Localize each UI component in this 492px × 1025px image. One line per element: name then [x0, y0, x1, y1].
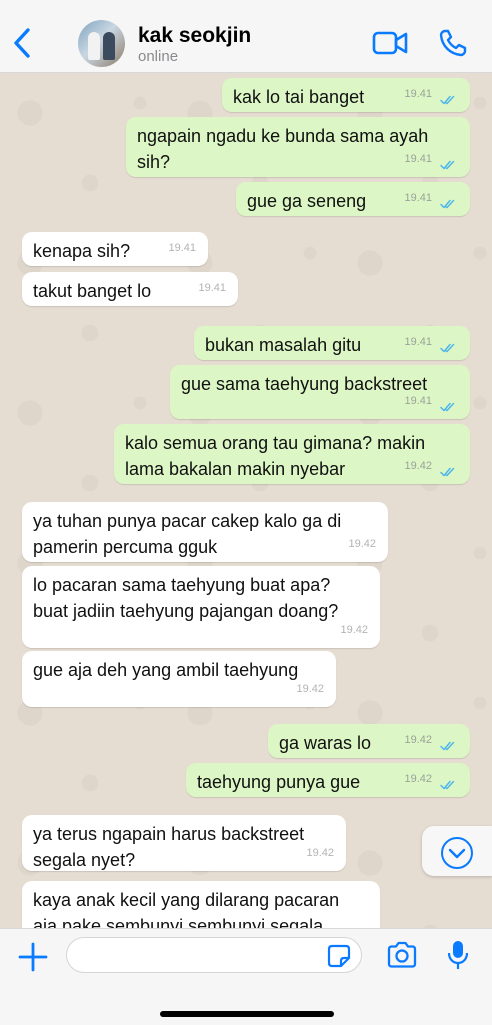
message-list[interactable]: kak lo tai banget 19.41 ngapain ngadu ke b… [0, 73, 492, 928]
message-text: kaya anak kecil yang dilarang pacaran aja… [33, 890, 340, 928]
read-receipt-icon [440, 343, 455, 353]
message-time: 19.42 [306, 847, 334, 859]
message-text: ngapain ngadu ke bunda sama ayah sih? [137, 126, 429, 172]
outgoing-message-bubble[interactable]: ngapain ngadu ke bunda sama ayah sih? 19.4… [126, 117, 470, 177]
message-time: 19.41 [404, 192, 432, 204]
incoming-message-bubble[interactable]: ya tuhan punya pacar cakep kalo ga di pam… [22, 502, 388, 562]
message-time: 19.42 [404, 734, 432, 746]
message-text: bukan masalah gitu [205, 335, 362, 355]
outgoing-message-bubble[interactable]: kalo semua orang tau gimana? makin lama b… [114, 424, 470, 484]
sticker-icon[interactable] [327, 944, 351, 968]
message-input[interactable] [66, 937, 362, 973]
message-text: lo pacaran sama taehyung buat apa? buat j… [33, 575, 339, 621]
message-text: ga waras lo [279, 733, 372, 753]
message-text: kalo semua orang tau gimana? makin lama b… [125, 433, 426, 479]
message-time: 19.42 [340, 624, 368, 636]
read-receipt-icon [440, 160, 455, 170]
message-text: kenapa sih? [33, 241, 131, 261]
message-text: gue ga seneng [247, 191, 367, 211]
message-time: 19.42 [348, 538, 376, 550]
message-time: 19.42 [296, 683, 324, 695]
message-text: gue sama taehyung backstreet [181, 374, 428, 394]
message-text: ya terus ngapain harus backstreet segala … [33, 824, 305, 870]
scroll-to-bottom-button[interactable] [422, 826, 492, 876]
message-text: gue aja deh yang ambil taehyung [33, 660, 299, 680]
incoming-message-bubble[interactable]: lo pacaran sama taehyung buat apa? buat j… [22, 566, 380, 648]
incoming-message-bubble[interactable]: kaya anak kecil yang dilarang pacaran aja… [22, 881, 380, 928]
message-text: ya tuhan punya pacar cakep kalo ga di pam… [33, 511, 342, 557]
phone-icon[interactable] [438, 28, 468, 58]
incoming-message-bubble[interactable]: gue aja deh yang ambil taehyung 19.42 [22, 651, 336, 707]
outgoing-message-bubble[interactable]: gue sama taehyung backstreet 19.41 [170, 365, 470, 419]
message-text: takut banget lo [33, 281, 152, 301]
plus-icon[interactable] [18, 942, 48, 972]
read-receipt-icon [440, 402, 455, 412]
incoming-message-bubble[interactable]: takut banget lo 19.41 [22, 272, 238, 306]
message-time: 19.42 [404, 460, 432, 472]
message-text: kak lo tai banget [233, 87, 365, 107]
message-time: 19.41 [404, 88, 432, 100]
message-time: 19.42 [404, 773, 432, 785]
message-time: 19.41 [198, 282, 226, 294]
read-receipt-icon [440, 467, 455, 477]
avatar[interactable] [78, 20, 125, 67]
read-receipt-icon [440, 741, 455, 751]
outgoing-message-bubble[interactable]: gue ga seneng 19.41 [236, 182, 470, 216]
chevron-down-icon [441, 837, 473, 869]
contact-status: online [138, 48, 179, 65]
message-time: 19.41 [404, 395, 432, 407]
read-receipt-icon [440, 199, 455, 209]
message-time: 19.41 [404, 153, 432, 165]
outgoing-message-bubble[interactable]: kak lo tai banget 19.41 [222, 78, 470, 112]
back-chevron-icon[interactable] [8, 26, 36, 60]
outgoing-message-bubble[interactable]: ga waras lo 19.42 [268, 724, 470, 758]
message-text: taehyung punya gue [197, 772, 361, 792]
incoming-message-bubble[interactable]: ya terus ngapain harus backstreet segala … [22, 815, 346, 871]
microphone-icon[interactable] [447, 939, 469, 971]
outgoing-message-bubble[interactable]: taehyung punya gue 19.42 [186, 763, 470, 797]
home-indicator [160, 1011, 334, 1017]
read-receipt-icon [440, 95, 455, 105]
message-time: 19.41 [168, 242, 196, 254]
outgoing-message-bubble[interactable]: bukan masalah gitu 19.41 [194, 326, 470, 360]
contact-name[interactable]: kak seokjin [138, 24, 251, 48]
video-call-icon[interactable] [372, 30, 408, 56]
read-receipt-icon [440, 780, 455, 790]
chat-header: kak seokjin online [0, 0, 492, 73]
camera-icon[interactable] [386, 941, 418, 969]
incoming-message-bubble[interactable]: kenapa sih? 19.41 [22, 232, 208, 266]
message-time: 19.41 [404, 336, 432, 348]
composer-bar [0, 928, 492, 1025]
